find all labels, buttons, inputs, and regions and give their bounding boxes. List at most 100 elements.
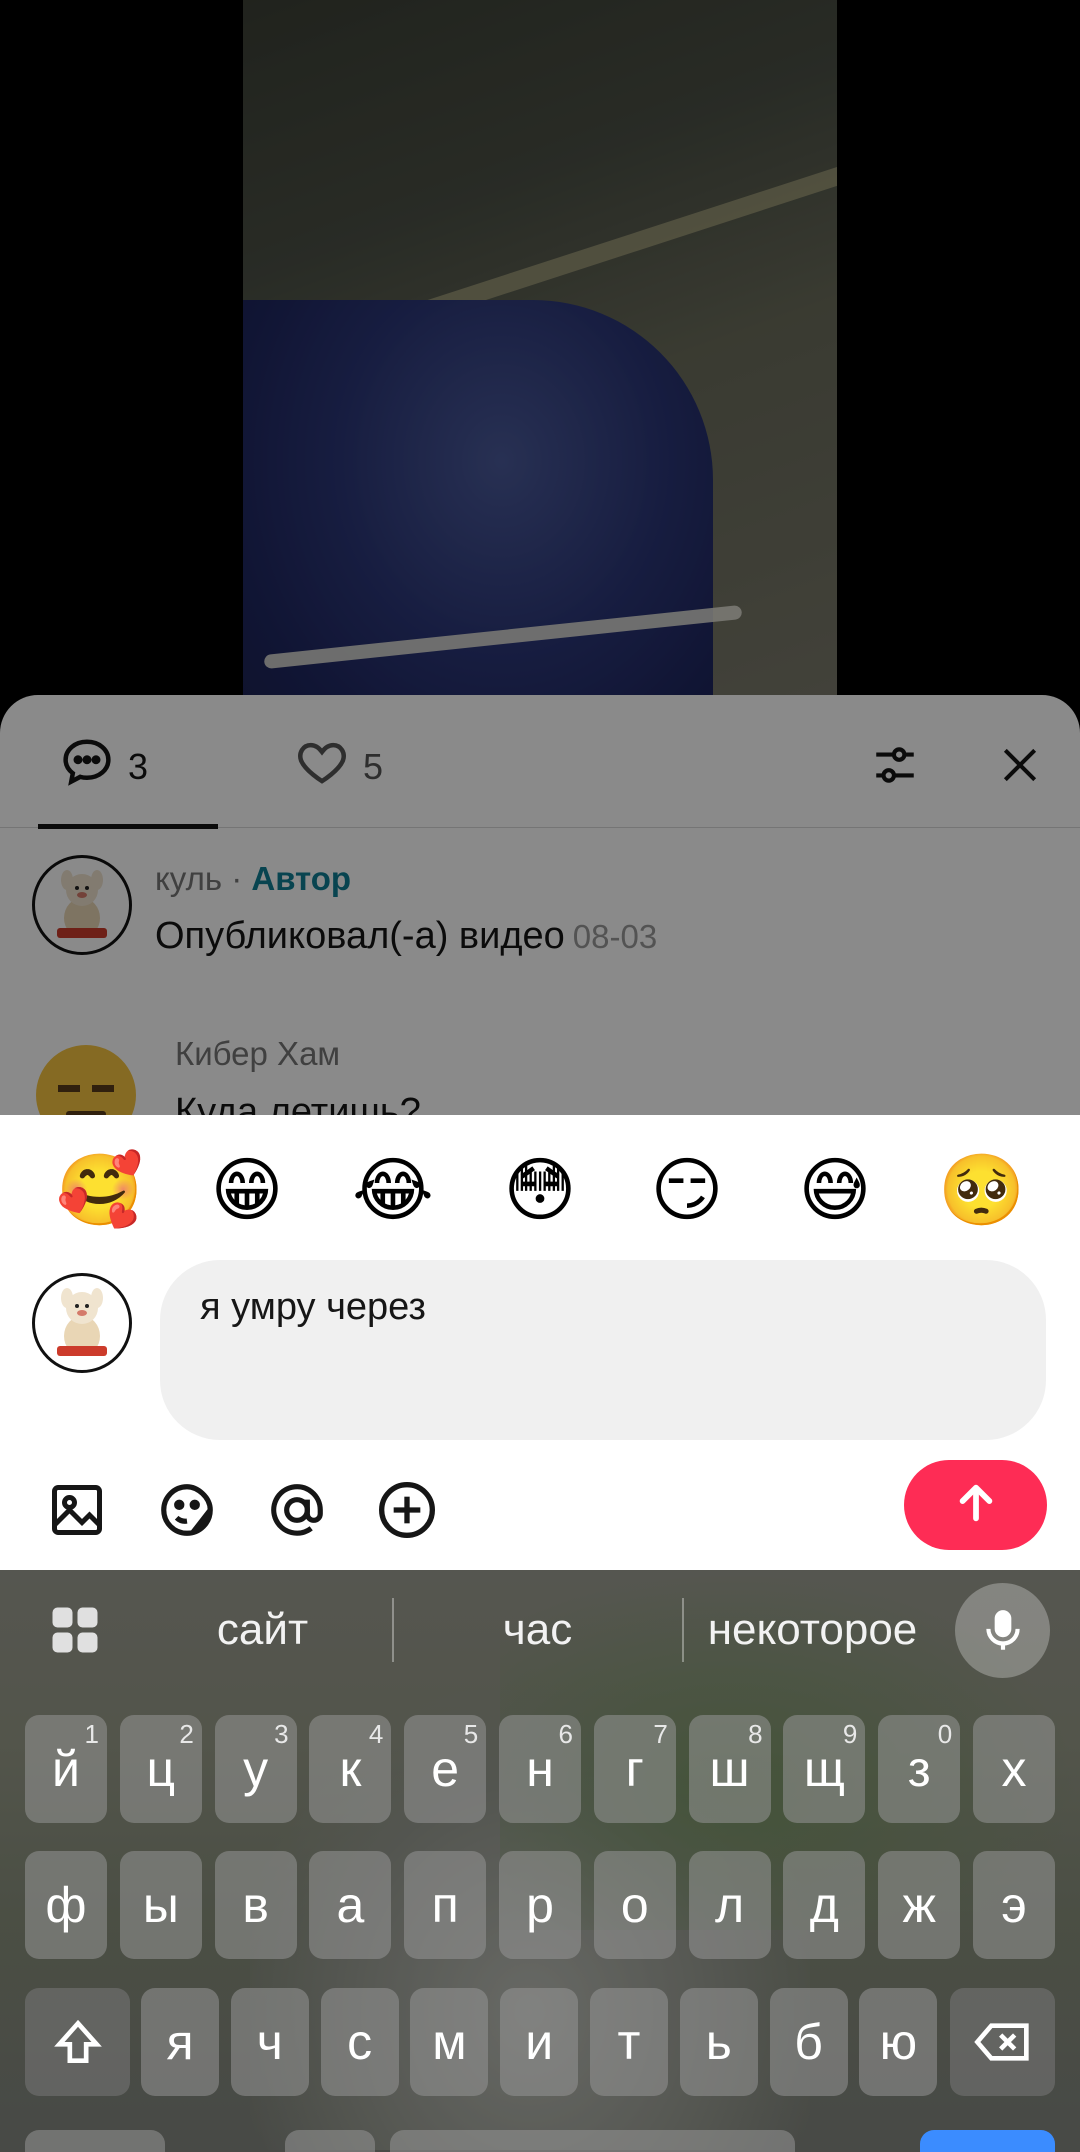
key-label: з [907,1741,931,1797]
keyboard-key[interactable]: ч [230,1988,309,2096]
comment-composer: 🥰 😁 😂 😳 😏 😅 🥺 я умру через [0,1115,1080,1570]
tab-comments[interactable]: 3 [60,735,148,798]
keyboard-key[interactable]: ю [859,1988,938,2096]
enter-key[interactable] [920,2130,1055,2152]
emoji-button[interactable]: 🥰 [55,1145,145,1235]
comment-username[interactable]: куль [155,860,222,897]
suggestion-item[interactable]: некоторое [690,1600,935,1660]
keyboard-key[interactable]: ф [25,1851,107,1959]
key-label: у [243,1741,269,1797]
suggestion-divider [392,1598,394,1662]
suggestion-divider [682,1598,684,1662]
key-hint: 6 [558,1719,573,1749]
keyboard-key[interactable]: э [973,1851,1055,1959]
sticker-icon[interactable] [152,1475,222,1545]
keyboard-key[interactable]: б [769,1988,848,2096]
keyboard-key[interactable]: д [783,1851,866,1959]
keyboard-key[interactable]: х [973,1715,1055,1823]
suggestion-item[interactable]: сайт [140,1600,385,1660]
space-key[interactable] [390,2130,795,2152]
keyboard-key[interactable]: ц2 [119,1715,202,1823]
keyboard-key[interactable]: о [593,1851,676,1959]
keyboard-key[interactable]: я [141,1988,219,2096]
key-label: ш [709,1741,750,1797]
emoji-quick-bar: 🥰 😁 😂 😳 😏 😅 🥺 [0,1145,1080,1245]
comment-header: куль · Автор [155,860,351,898]
keyboard-key[interactable]: т [590,1988,668,2096]
keyboard-key[interactable]: м [410,1988,489,2096]
grid-icon[interactable] [45,1600,105,1660]
keyboard-key[interactable]: ш8 [688,1715,771,1823]
key-label: х [1001,1741,1027,1797]
author-badge: Автор [251,860,352,897]
backspace-key[interactable] [950,1988,1055,2096]
suggestion-item[interactable]: час [400,1600,675,1660]
emoji-button[interactable]: 😁 [202,1145,292,1235]
comment-date: 08-03 [572,918,658,955]
likes-count: 5 [363,745,384,787]
comment-username[interactable]: Кибер Хам [175,1035,340,1073]
tab-likes[interactable]: 5 [295,735,383,798]
keyboard-key[interactable]: ь [679,1988,758,2096]
emoji-button[interactable]: 😳 [495,1145,585,1235]
keyboard-key[interactable]: в [214,1851,297,1959]
filter-icon[interactable] [865,735,925,795]
comments-sheet: 3 5 куль · Автор Опубликовал(-а) видео 08… [0,695,1080,1115]
emoji-button[interactable]: 😏 [642,1145,732,1235]
comments-count: 3 [128,745,149,787]
keyboard-key[interactable]: е5 [404,1715,487,1823]
keyboard-key[interactable]: й1 [25,1715,107,1823]
add-icon[interactable] [372,1475,442,1545]
comment-body: Опубликовал(-а) видео [155,915,565,957]
key-label: щ [803,1741,845,1797]
keyboard-key[interactable]: у3 [214,1715,297,1823]
comment-text: Опубликовал(-а) видео 08-03 [155,915,657,958]
keyboard-key[interactable]: к4 [309,1715,392,1823]
mention-icon[interactable] [262,1475,332,1545]
key-hint: 0 [937,1719,953,1749]
key-label: й [52,1741,80,1797]
shift-key[interactable] [25,1988,130,2096]
key-label: к [339,1741,362,1797]
keyboard-key[interactable]: л [688,1851,771,1959]
key-label: ц [146,1741,176,1797]
comment-input[interactable]: я умру через [160,1260,1046,1440]
keyboard-key[interactable]: р [499,1851,581,1959]
keyboard-key[interactable] [25,2130,165,2152]
send-button[interactable] [904,1460,1047,1550]
keyboard-key[interactable]: з0 [878,1715,961,1823]
key-hint: 8 [748,1719,763,1749]
keyboard-key[interactable]: ж [878,1851,961,1959]
keyboard-key[interactable]: ы [119,1851,202,1959]
keyboard-key[interactable]: щ9 [783,1715,866,1823]
key-hint: 1 [84,1719,99,1749]
key-hint: 3 [274,1719,289,1749]
keyboard-key[interactable]: н6 [499,1715,581,1823]
key-hint: 9 [842,1719,858,1749]
close-icon[interactable] [990,735,1050,795]
keyboard-key[interactable] [285,2130,375,2152]
avatar[interactable] [32,855,132,955]
microphone-icon[interactable] [955,1583,1050,1678]
keyboard-key[interactable]: п [404,1851,487,1959]
heart-icon [295,735,349,798]
image-icon[interactable] [42,1475,112,1545]
video-player[interactable] [243,0,837,720]
keyboard-key[interactable]: с [320,1988,399,2096]
comment-text: Куда летишь? [175,1091,421,1115]
keyboard-key[interactable]: и [500,1988,579,2096]
key-hint: 4 [368,1719,384,1749]
key-label: г [625,1741,644,1797]
emoji-button[interactable]: 🥺 [937,1145,1027,1235]
emoji-button[interactable]: 😂 [348,1145,438,1235]
comment-bubble-icon [60,735,114,798]
emoji-button[interactable]: 😅 [790,1145,880,1235]
avatar[interactable] [36,1045,136,1115]
keyboard-key[interactable]: а [309,1851,392,1959]
keyboard-key[interactable]: г7 [593,1715,676,1823]
arrow-up-icon [953,1480,999,1531]
key-hint: 2 [179,1719,194,1749]
video-background [0,0,1080,720]
key-label: н [526,1741,554,1797]
onscreen-keyboard: сайт час некоторое й1ц2у3к4е5н6г7ш8щ9з0х… [0,1570,1080,2152]
